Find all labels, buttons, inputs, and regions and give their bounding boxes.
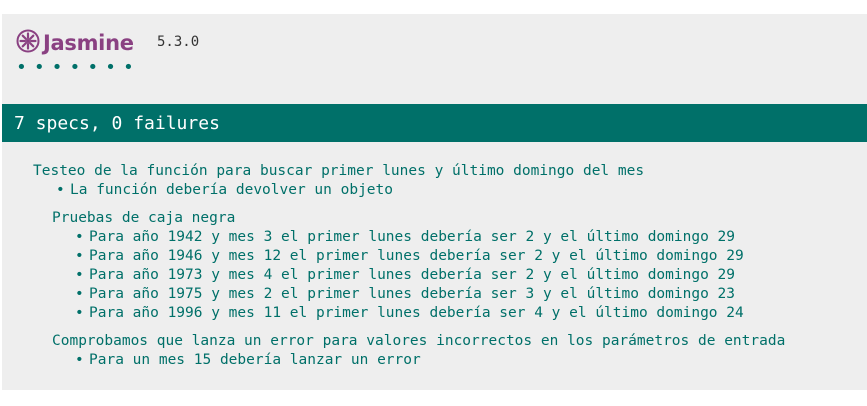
suite-title-link[interactable]: Testeo de la función para buscar primer … [33,163,644,179]
bullet-icon: • [75,286,84,302]
bullet-icon: • [75,352,84,368]
subsuite-title-link[interactable]: Pruebas de caja negra [52,210,235,226]
spec-item: • La función debería devolver un objeto [53,181,867,200]
bullet-icon: • [75,305,84,321]
spec-item: • Para un mes 15 debería lanzar un error [72,351,867,370]
spec-item: • Para año 1975 y mes 2 el primer lunes … [72,285,867,304]
spec-link[interactable]: Para año 1973 y mes 4 el primer lunes de… [89,267,735,283]
jasmine-version: 5.3.0 [157,34,200,50]
spec-link[interactable]: Para año 1942 y mes 3 el primer lunes de… [89,229,735,245]
spec-link[interactable]: La función debería devolver un objeto [70,182,393,198]
spec-status-dots: ••••••• [16,57,141,78]
spec-link[interactable]: Para año 1996 y mes 11 el primer lunes d… [89,305,744,321]
spec-item: • Para año 1942 y mes 3 el primer lunes … [72,228,867,247]
subsuite-error-params: Comprobamos que lanza un error para valo… [52,332,867,370]
results-summary-bar: 7 specs, 0 failures [2,104,867,142]
subsuite-title: Pruebas de caja negra [52,209,867,228]
subsuite-title: Comprobamos que lanza un error para valo… [52,332,867,351]
bullet-icon: • [75,248,84,264]
spec-list: • Para un mes 15 debería lanzar un error [72,351,867,370]
subsuite-black-box: Pruebas de caja negra • Para año 1942 y … [52,209,867,323]
spec-item: • Para año 1996 y mes 11 el primer lunes… [72,304,867,323]
jasmine-html-reporter: Jasmine 5.3.0 ••••••• 7 specs, 0 failure… [0,0,867,406]
reporter-panel: Jasmine 5.3.0 ••••••• 7 specs, 0 failure… [2,14,867,390]
spec-list: • Para año 1942 y mes 3 el primer lunes … [72,228,867,323]
jasmine-flower-icon [16,29,40,57]
spec-item: • Para año 1946 y mes 12 el primer lunes… [72,247,867,266]
subsuite-title-link[interactable]: Comprobamos que lanza un error para valo… [52,333,785,349]
summary-text[interactable]: 7 specs, 0 failures [14,113,220,134]
bullet-icon: • [56,182,65,198]
spec-link[interactable]: Para un mes 15 debería lanzar un error [89,352,421,368]
bullet-icon: • [75,229,84,245]
spec-item: • Para año 1973 y mes 4 el primer lunes … [72,266,867,285]
spec-results: Testeo de la función para buscar primer … [33,162,867,370]
suite-title: Testeo de la función para buscar primer … [33,162,867,181]
logo-text: Jasmine [43,31,134,55]
spec-link[interactable]: Para año 1975 y mes 2 el primer lunes de… [89,286,735,302]
jasmine-logo[interactable]: Jasmine [16,28,134,58]
spec-link[interactable]: Para año 1946 y mes 12 el primer lunes d… [89,248,744,264]
bullet-icon: • [75,267,84,283]
spec-list: • La función debería devolver un objeto [53,181,867,200]
banner: Jasmine 5.3.0 [16,28,199,58]
